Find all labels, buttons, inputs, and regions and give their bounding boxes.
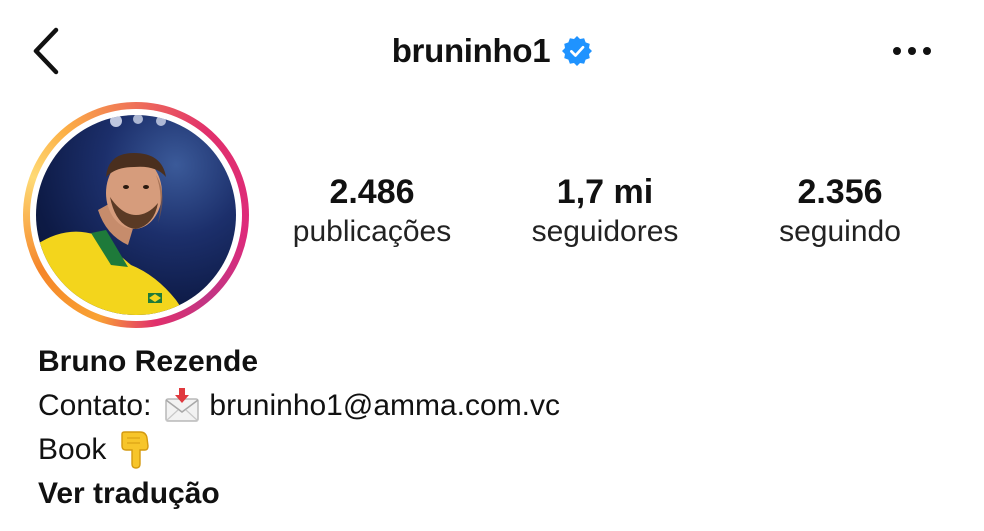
more-options-button[interactable] [890,36,934,66]
story-ring[interactable] [23,102,249,328]
username: bruninho1 [391,32,551,69]
profile-header: bruninho1 [0,0,984,100]
full-name: Bruno Rezende [38,345,259,378]
contact-label: Contato: [38,389,152,422]
profile-title: bruninho1 [0,28,984,74]
book-label: Book [38,433,107,466]
contact-email-link[interactable]: bruninho1@amma.com.vc [209,384,560,428]
see-translation-link[interactable]: Ver tradução [38,472,938,516]
avatar-photo [36,115,186,315]
profile-page: bruninho1 2.486 publicações 1,7 mi segui… [0,0,984,531]
bio-contact-line: Contato: bruninho1@amma.com.vc [38,384,938,428]
bio: Bruno Rezende Contato: bruninho1@amma.co… [38,340,938,516]
followers-label: seguidores [531,215,679,248]
verified-badge-icon [562,36,593,66]
following-count[interactable]: 2.356 seguindo [730,172,950,252]
following-label: seguindo [779,215,901,248]
posts-count[interactable]: 2.486 publicações [262,172,482,252]
followers-count[interactable]: 1,7 mi seguidores [495,172,715,252]
following-value: 2.356 [797,173,883,211]
envelope-with-arrow-icon [165,388,200,422]
pointing-down-hand-icon [121,431,150,469]
bio-book-line: Book [38,428,938,472]
more-horizontal-icon [893,47,931,55]
posts-label: publicações [292,215,452,248]
avatar[interactable] [36,115,236,315]
followers-value: 1,7 mi [556,173,654,211]
posts-value: 2.486 [329,173,415,211]
